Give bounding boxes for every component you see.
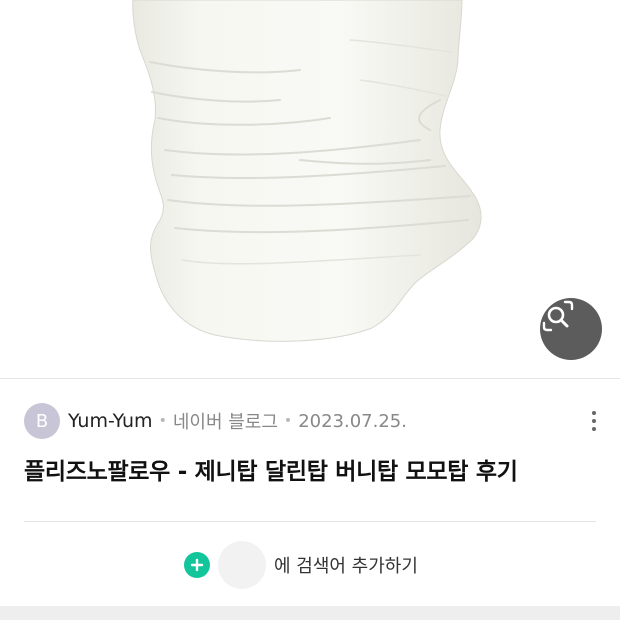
meta-separator: •: [283, 413, 293, 429]
author-name[interactable]: Yum-Yum: [68, 410, 153, 432]
more-options-button[interactable]: [580, 406, 608, 436]
section-divider: [24, 521, 596, 522]
product-image[interactable]: [0, 0, 620, 378]
meta-separator: •: [158, 413, 167, 429]
add-search-term-button[interactable]: 에 검색어 추가하기: [184, 541, 418, 589]
search-term-thumbnail: [218, 541, 266, 589]
add-search-term-label: 에 검색어 추가하기: [274, 556, 418, 577]
image-divider: [0, 378, 620, 379]
post-date: 2023.07.25.: [298, 410, 407, 432]
plus-icon: [184, 552, 210, 578]
post-title-link[interactable]: 플리즈노팔로우 - 제니탑 달린탑 버니탑 모모탑 후기: [24, 452, 604, 486]
avatar[interactable]: B: [24, 403, 60, 439]
image-search-button[interactable]: [540, 298, 602, 360]
more-vertical-icon: [592, 411, 596, 415]
bottom-separator: [0, 606, 620, 620]
post-meta: B Yum-Yum • 네이버 블로그 • 2023.07.25.: [24, 403, 604, 439]
image-search-icon: [542, 300, 574, 332]
source-name: 네이버 블로그: [172, 412, 278, 433]
garment-photo: [132, 0, 482, 342]
